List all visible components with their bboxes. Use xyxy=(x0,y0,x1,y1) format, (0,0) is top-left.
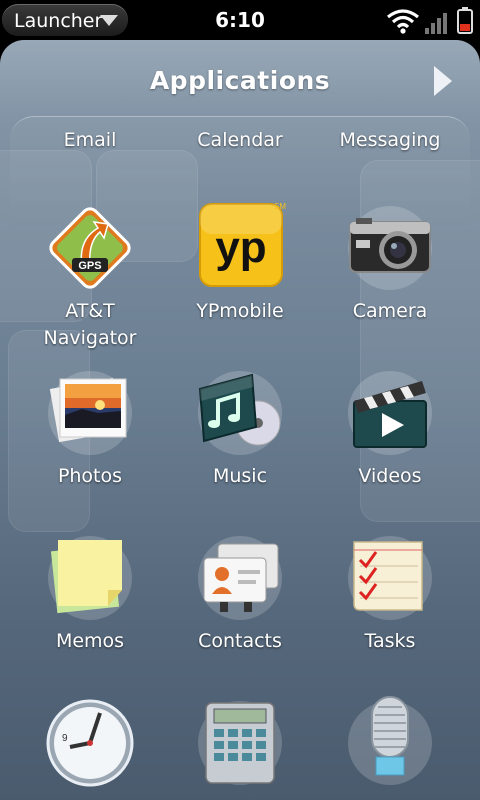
app-memos[interactable]: Memos xyxy=(15,530,165,655)
clapperboard-icon xyxy=(342,365,438,461)
sticky-note-icon xyxy=(42,530,138,626)
wifi-icon[interactable] xyxy=(386,8,420,34)
yp-icon: yp SM xyxy=(192,200,288,296)
app-label xyxy=(15,791,165,793)
app-calendar[interactable]: Calendar xyxy=(165,127,315,154)
app-contacts[interactable]: Contacts xyxy=(165,530,315,655)
calculator-icon xyxy=(192,695,288,791)
app-videos[interactable]: Videos xyxy=(315,365,465,490)
app-label: Messaging xyxy=(339,129,441,151)
app-label: Contacts xyxy=(198,630,282,652)
camera-icon xyxy=(342,200,438,296)
app-label: Camera xyxy=(352,300,428,322)
app-label xyxy=(315,791,465,793)
app-clock[interactable]: 9 xyxy=(15,695,165,793)
clock-icon: 9 xyxy=(42,695,138,791)
clock-numeral: 9 xyxy=(62,733,68,744)
app-tasks[interactable]: Tasks xyxy=(315,530,465,655)
app-camera[interactable]: Camera xyxy=(315,200,465,325)
page-title: Applications xyxy=(149,66,331,95)
gps-navigator-icon: GPS xyxy=(42,200,138,296)
app-label xyxy=(165,791,315,793)
app-label: Videos xyxy=(358,465,422,487)
signal-strength-icon[interactable] xyxy=(424,10,452,34)
music-icon xyxy=(192,365,288,461)
yp-text: yp xyxy=(215,223,266,272)
gps-text: GPS xyxy=(78,260,101,272)
app-photos[interactable]: Photos xyxy=(15,365,165,490)
app-label: Music xyxy=(212,465,268,487)
app-label: Memos xyxy=(55,630,125,652)
app-ypmobile[interactable]: yp SM YPmobile xyxy=(165,200,315,325)
app-label: AT&T Navigator xyxy=(43,300,137,349)
app-label: Email xyxy=(63,129,117,151)
app-label: Photos xyxy=(57,465,123,487)
microphone-icon xyxy=(342,695,438,791)
app-email[interactable]: Email xyxy=(15,127,165,154)
service-mark-text: SM xyxy=(274,202,286,211)
launcher-panel: Applications Email Calendar Messaging GP… xyxy=(0,40,480,800)
app-label: YPmobile xyxy=(196,300,284,322)
photos-icon xyxy=(42,365,138,461)
app-voice-dial[interactable] xyxy=(315,695,465,793)
app-label: Tasks xyxy=(364,630,416,652)
app-calculator[interactable] xyxy=(165,695,315,793)
next-page-arrow-icon[interactable] xyxy=(434,66,452,96)
task-list-icon xyxy=(342,530,438,626)
contacts-cards-icon xyxy=(192,530,288,626)
app-label: Calendar xyxy=(197,129,283,151)
battery-icon[interactable] xyxy=(457,7,473,34)
status-bar: Launcher 6:10 xyxy=(0,0,480,40)
app-messaging[interactable]: Messaging xyxy=(315,127,465,154)
app-music[interactable]: Music xyxy=(165,365,315,490)
app-att-navigator[interactable]: GPS AT&T Navigator xyxy=(15,200,165,352)
